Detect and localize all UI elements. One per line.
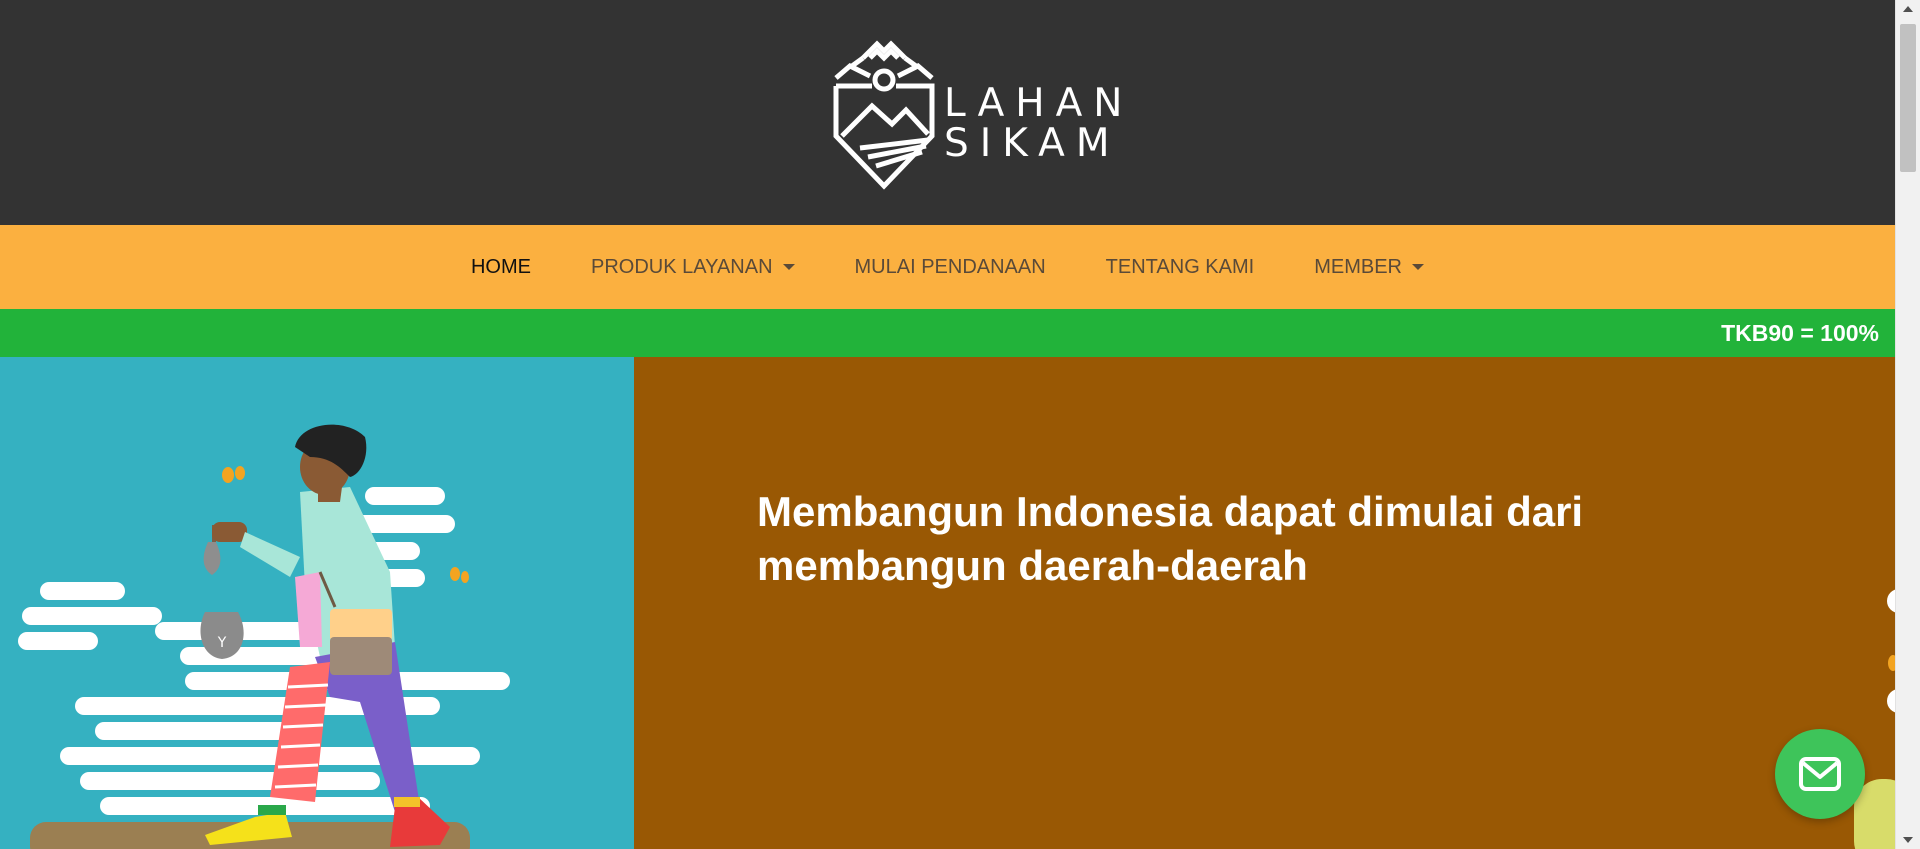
site-header: LAHAN SIKAM [0,0,1895,225]
hero-illustration-panel: Y [0,357,634,849]
nav-item-member[interactable]: MEMBER [1314,256,1424,279]
svg-text:Y: Y [217,635,227,651]
mail-icon [1799,757,1841,791]
tkb-ticker: TKB90 = 100% [0,309,1895,357]
hero-headline: Membangun Indonesia dapat dimulai dari m… [757,488,1584,589]
caret-down-icon [782,264,795,270]
crown-mountain-shield-icon [833,40,935,190]
scroll-up-icon[interactable] [1903,6,1913,12]
nav-list: HOME PRODUK LAYANAN MULAI PENDANAAN TENT… [0,225,1895,309]
page-scrollbar[interactable] [1895,0,1920,849]
nav-item-label: HOME [470,255,531,278]
walking-person-illustration: Y [18,424,510,849]
brand-logo[interactable]: LAHAN SIKAM [830,36,1122,191]
main-nav: HOME PRODUK LAYANAN MULAI PENDANAAN TENT… [0,225,1895,309]
nav-item-tentang-kami[interactable]: TENTANG KAMI [1106,256,1255,279]
nav-item-label: TENTANG KAMI [1105,255,1255,278]
nav-item-label: MEMBER [1314,255,1402,278]
brand-name-line2: SIKAM [944,121,1121,166]
brand-name-line1: LAHAN [944,81,1134,126]
nav-item-label: PRODUK LAYANAN [590,255,773,278]
nav-item-mulai-pendanaan[interactable]: MULAI PENDANAAN [855,256,1046,279]
nav-item-label: MULAI PENDANAAN [854,255,1046,278]
nav-item-home[interactable]: HOME [471,256,531,279]
caret-down-icon [1412,264,1424,270]
hero-text-panel: Membangun Indonesia dapat dimulai dari m… [634,357,1895,849]
hero-section: Y Membangun Indonesia dapat dimulai dari… [0,357,1895,849]
page: LAHAN SIKAM HOME PRODUK LAYANAN MULAI PE… [0,0,1895,849]
scroll-down-icon[interactable] [1903,837,1913,843]
contact-chat-button[interactable] [1775,729,1865,819]
nav-item-produk-layanan[interactable]: PRODUK LAYANAN [591,256,795,279]
tkb-ticker-text: TKB90 = 100% [1721,320,1879,346]
scrollbar-thumb[interactable] [1900,24,1916,172]
hero-right-edge-decoration [1854,589,1895,849]
